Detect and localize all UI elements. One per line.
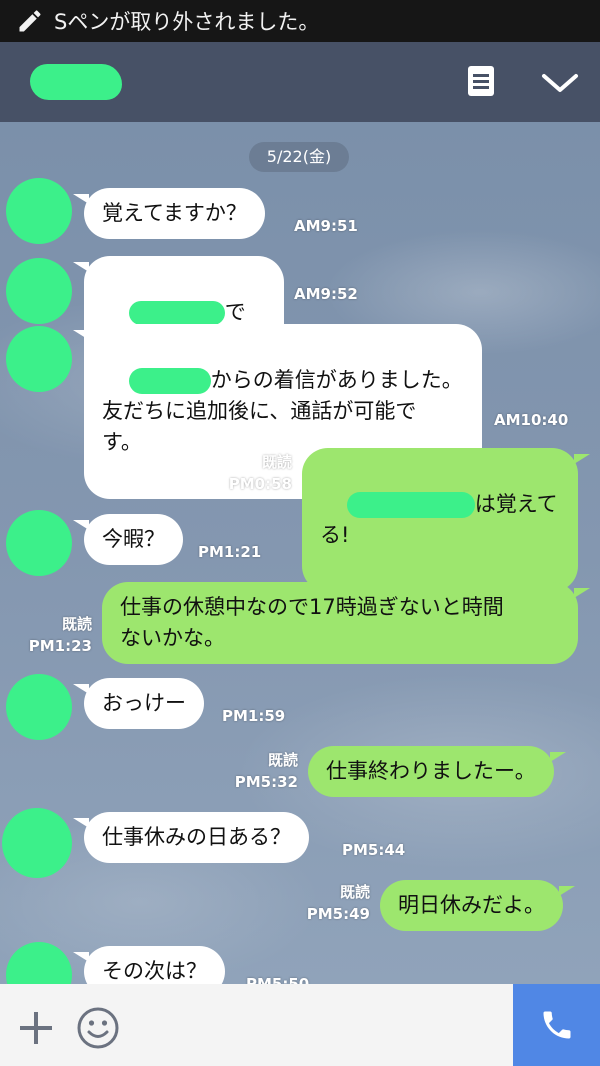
read-receipt: 既読 bbox=[61, 615, 92, 633]
message-time: PM5:44 bbox=[342, 841, 406, 859]
avatar[interactable] bbox=[6, 510, 72, 576]
message-time: PM5:32 bbox=[234, 773, 298, 791]
read-receipt: 既読 bbox=[261, 453, 292, 471]
input-bar bbox=[0, 984, 600, 1066]
message-time: PM5:50 bbox=[246, 975, 310, 984]
message-time: PM5:49 bbox=[306, 905, 370, 923]
status-bar: Sペンが取り外されました。 bbox=[0, 0, 600, 42]
message-bubble-incoming[interactable]: 覚えてますか？ bbox=[73, 188, 265, 239]
chevron-down-icon[interactable] bbox=[540, 68, 580, 98]
message-time: AM9:51 bbox=[294, 217, 358, 235]
date-separator: 5/22(金) bbox=[249, 142, 349, 172]
phone-icon bbox=[543, 1011, 570, 1039]
redacted-contact-name bbox=[30, 64, 122, 100]
avatar[interactable] bbox=[6, 178, 72, 244]
message-bubble-incoming[interactable]: 今暇？ bbox=[73, 514, 183, 565]
redacted-text bbox=[128, 301, 225, 325]
redacted-text bbox=[128, 368, 211, 394]
message-bubble-outgoing[interactable]: は覚えてる! bbox=[302, 448, 590, 592]
chat-area[interactable]: 5/22(金) 覚えてますか？ AM9:51 です。 AM9:52 からの着信が… bbox=[0, 122, 600, 984]
message-text: 友だちに追加後に、通話が可能で す。 bbox=[102, 399, 417, 454]
message-bubble-incoming[interactable]: その次は？ bbox=[73, 946, 225, 984]
message-text-line1: からの着信がありました。 bbox=[210, 368, 463, 392]
message-time: AM10:40 bbox=[494, 411, 569, 429]
message-bubble-outgoing[interactable]: 仕事終わりましたー。 bbox=[308, 746, 566, 797]
read-receipt: 既読 bbox=[339, 883, 370, 901]
message-bubble-outgoing[interactable]: 仕事の休憩中なので17時過ぎないと時間 ないかな。 bbox=[102, 582, 590, 664]
read-receipt: 既読 bbox=[267, 751, 298, 769]
avatar[interactable] bbox=[6, 258, 72, 324]
message-time: PM1:21 bbox=[198, 543, 262, 561]
plus-icon[interactable] bbox=[16, 1008, 56, 1048]
status-message: Sペンが取り外されました。 bbox=[54, 10, 320, 34]
avatar[interactable] bbox=[6, 326, 72, 392]
message-time: AM9:52 bbox=[294, 285, 358, 303]
avatar[interactable] bbox=[6, 942, 72, 984]
note-icon[interactable] bbox=[466, 64, 496, 98]
redacted-text bbox=[346, 492, 475, 518]
chat-header bbox=[0, 42, 600, 122]
avatar[interactable] bbox=[6, 674, 72, 740]
message-bubble-outgoing[interactable]: 明日休みだよ。 bbox=[380, 880, 575, 931]
message-time: PM1:59 bbox=[222, 707, 286, 725]
message-bubble-incoming[interactable]: おっけー bbox=[73, 678, 204, 729]
message-time: PM0:58 bbox=[228, 475, 292, 493]
call-button[interactable] bbox=[513, 984, 600, 1066]
emoji-icon[interactable] bbox=[76, 1006, 120, 1050]
message-time: PM1:23 bbox=[28, 637, 92, 655]
pen-icon bbox=[19, 10, 41, 32]
message-bubble-incoming[interactable]: 仕事休みの日ある？ bbox=[73, 812, 309, 863]
avatar[interactable] bbox=[2, 808, 72, 878]
